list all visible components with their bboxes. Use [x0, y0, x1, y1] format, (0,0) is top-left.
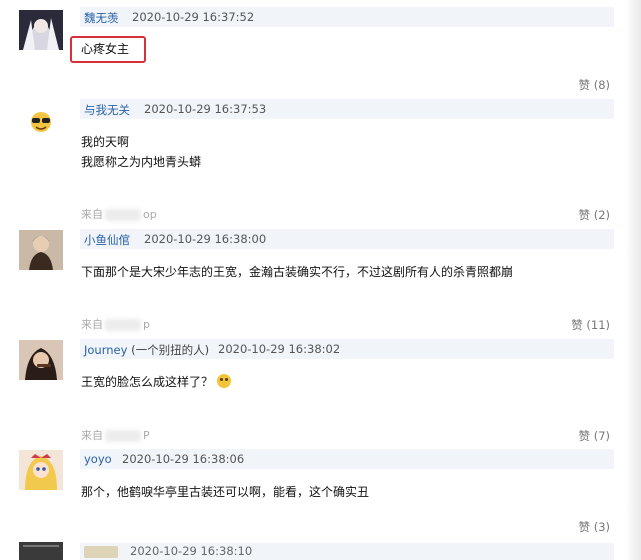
- username-link[interactable]: 与我无关: [84, 102, 130, 118]
- comment-time: 2020-10-29 16:38:02: [218, 342, 341, 356]
- comment-content: 那个，他鹤唳华亭里古装还可以啊，能看，这个确实丑: [81, 482, 369, 502]
- comment-source: 来自 op: [81, 206, 157, 222]
- comment-content: 王宽的脸怎么成这样了？: [81, 372, 232, 392]
- comment-line: 那个，他鹤唳华亭里古装还可以啊，能看，这个确实丑: [81, 485, 370, 499]
- comment-header: 魏无羡 2020-10-29 16:37:52: [80, 7, 614, 27]
- like-button[interactable]: 赞 (2): [579, 207, 610, 223]
- avatar[interactable]: [19, 105, 63, 145]
- avatar[interactable]: [19, 450, 63, 490]
- grinning-face-emoji-icon: [217, 374, 232, 388]
- username-note: (一个别扭的人): [131, 343, 210, 357]
- comment-content: 下面那个是大宋少年志的王宽，金瀚古装确实不行，不过这剧所有人的杀青照都崩: [81, 262, 513, 282]
- comment-header: yoyo 2020-10-29 16:38:06: [80, 449, 614, 469]
- source-prefix: 来自: [81, 318, 103, 331]
- source-suffix: op: [143, 208, 157, 221]
- source-suffix: p: [143, 318, 150, 331]
- highlight-annotation-box: [70, 36, 146, 63]
- comment-time: 2020-10-29 16:37:53: [144, 102, 267, 116]
- comment-time: 2020-10-29 16:38:10: [130, 544, 253, 558]
- comment-source: 来自 P: [81, 427, 150, 443]
- comment-header: 与我无关 2020-10-29 16:37:53: [80, 99, 614, 119]
- comment-header: 小鱼仙倌 2020-10-29 16:38:00: [80, 229, 614, 249]
- username-text[interactable]: Journey: [84, 343, 127, 357]
- comment-time: 2020-10-29 16:38:06: [122, 452, 245, 466]
- blurred-source: [105, 209, 141, 221]
- blurred-source: [105, 430, 141, 442]
- comment-time: 2020-10-29 16:38:00: [144, 232, 267, 246]
- source-suffix: P: [143, 429, 150, 442]
- comment-content: 我的天啊 我愿称之为内地青头蟒: [81, 132, 201, 172]
- comment-header: 2020-10-29 16:38:10: [80, 543, 614, 560]
- comment-line: 王宽的脸怎么成这样了？: [81, 372, 232, 392]
- comment-line: 我愿称之为内地青头蟒: [81, 155, 202, 169]
- username-link[interactable]: 小鱼仙倌: [84, 232, 130, 248]
- comment-header: Journey (一个别扭的人) 2020-10-29 16:38:02: [80, 339, 614, 359]
- like-button[interactable]: 赞 (8): [579, 77, 610, 93]
- avatar[interactable]: [19, 542, 63, 560]
- comment-text: 王宽的脸怎么成这样了？: [81, 375, 214, 389]
- username-link[interactable]: Journey (一个别扭的人): [84, 342, 209, 358]
- blurred-source: [105, 319, 141, 331]
- like-button[interactable]: 赞 (3): [579, 519, 610, 535]
- comment-source: 来自 p: [81, 316, 150, 332]
- scroll-edge-shadow: [625, 0, 641, 560]
- like-button[interactable]: 赞 (11): [571, 317, 610, 333]
- avatar[interactable]: [19, 10, 63, 50]
- username-link[interactable]: 魏无羡: [84, 10, 119, 26]
- avatar[interactable]: [19, 340, 63, 380]
- avatar[interactable]: [19, 230, 63, 270]
- comment-time: 2020-10-29 16:37:52: [132, 10, 255, 24]
- username-link[interactable]: [84, 546, 118, 558]
- source-prefix: 来自: [81, 208, 103, 221]
- comment-line: 我的天啊: [81, 135, 130, 149]
- username-link[interactable]: yoyo: [84, 452, 112, 466]
- like-button[interactable]: 赞 (7): [579, 428, 610, 444]
- comment-line: 下面那个是大宋少年志的王宽，金瀚古装确实不行，不过这剧所有人的杀青照都崩: [81, 265, 514, 279]
- source-prefix: 来自: [81, 429, 103, 442]
